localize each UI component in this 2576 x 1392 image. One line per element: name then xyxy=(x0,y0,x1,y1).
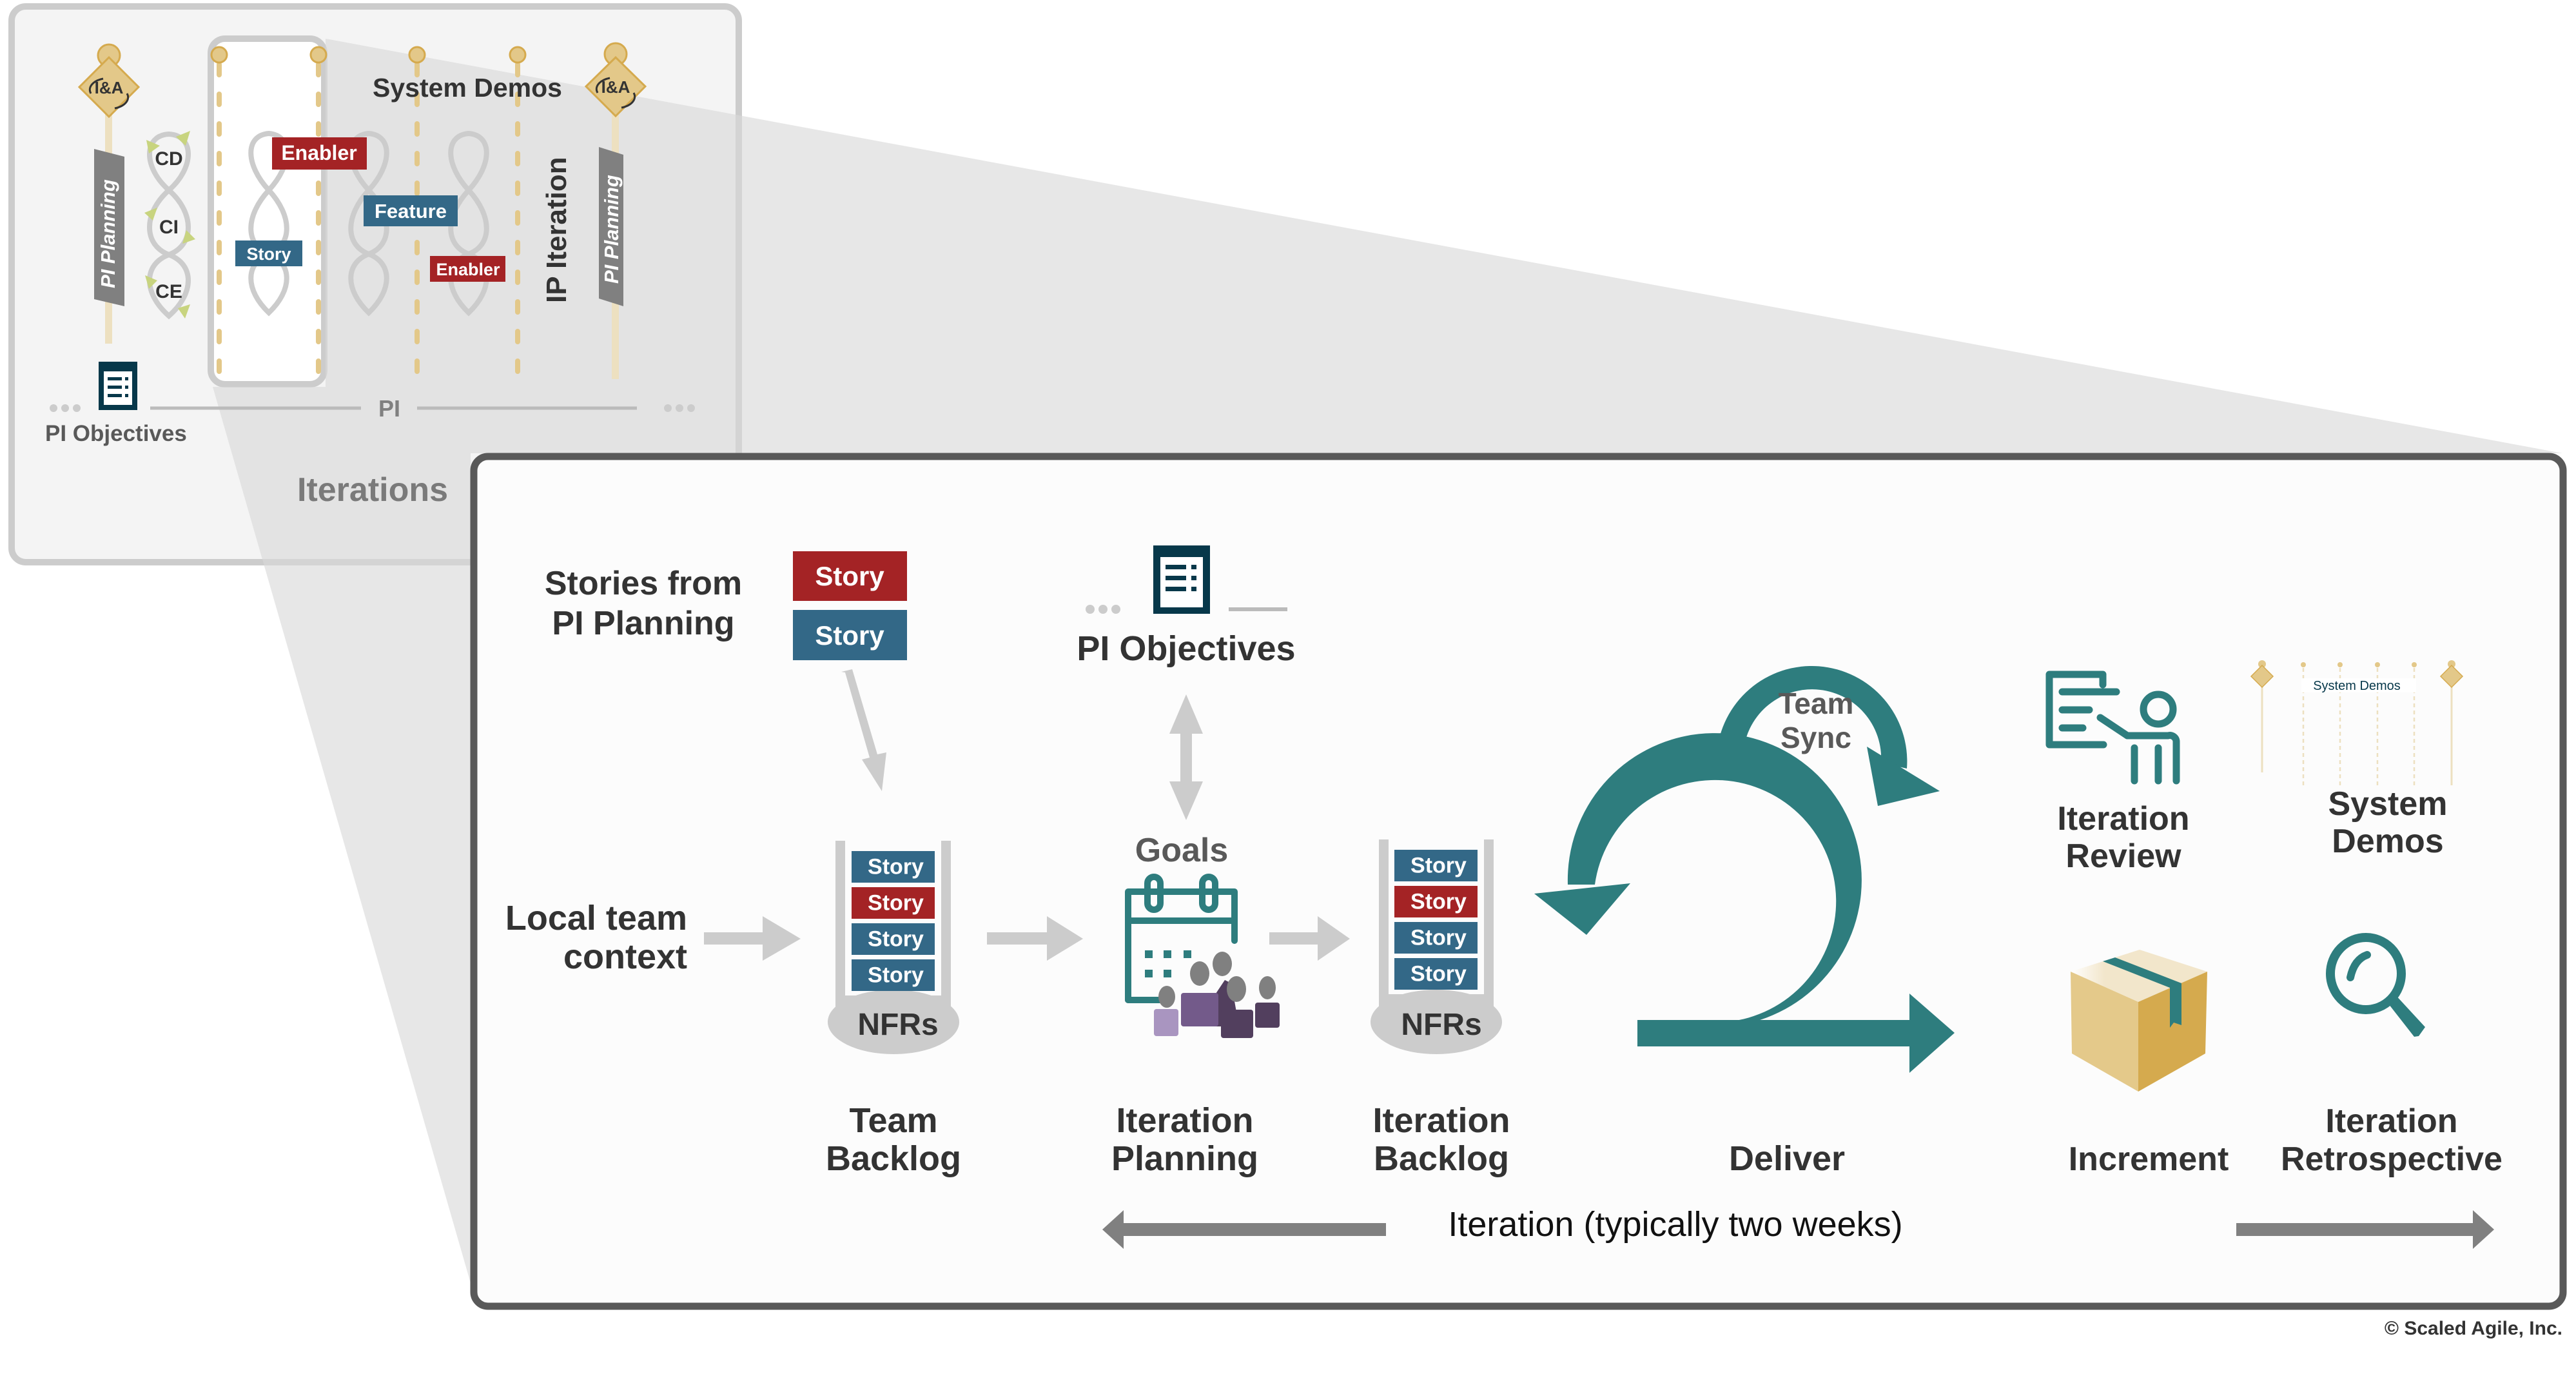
svg-text:Story: Story xyxy=(815,620,884,651)
local-team-context-label: Local team xyxy=(505,899,687,937)
story-label: Story xyxy=(868,890,924,915)
ip-iteration-label: IP Iteration xyxy=(541,157,572,303)
iteration-diagram: I&A PI Planning CD CI CE Enabler Story F… xyxy=(8,3,2567,1339)
story-label: Story xyxy=(1410,889,1467,914)
ci-label: CI xyxy=(159,217,179,238)
story-label: Story xyxy=(1410,961,1467,986)
iteration-backlog-title-2: Backlog xyxy=(1374,1139,1509,1178)
pi-objectives-doc-icon xyxy=(99,362,137,410)
backlog-story-item: Story xyxy=(852,887,935,919)
story-label: Story xyxy=(868,854,924,879)
pi-planning-banner-label: PI Planning xyxy=(97,179,119,288)
pi-objectives-small-label: PI Objectives xyxy=(45,421,187,446)
iteration-backlog-title: Iteration xyxy=(1372,1101,1510,1140)
iteration-planning-title-2: Planning xyxy=(1111,1139,1258,1178)
copyright-notice: © Scaled Agile, Inc. xyxy=(2385,1318,2562,1339)
story-label: Story xyxy=(868,926,924,951)
ce-label: CE xyxy=(155,281,182,302)
team-sync-label-2: Sync xyxy=(1781,721,1851,754)
backlog-story-item: Story xyxy=(1394,886,1478,917)
chip-feature: Feature xyxy=(364,195,458,226)
stories-from-label-2: PI Planning xyxy=(552,605,734,642)
story-label: Story xyxy=(1410,853,1467,877)
increment-label: Increment xyxy=(2069,1141,2229,1178)
pi-objectives-label: PI Objectives xyxy=(1077,629,1295,668)
iteration-review-title: Iteration xyxy=(2057,800,2189,838)
story-label: Story xyxy=(1410,925,1467,950)
deliver-arrow-shaft xyxy=(1637,1020,1915,1046)
goals-label: Goals xyxy=(1135,832,1229,869)
nfrs-label-2: NFRs xyxy=(1401,1008,1481,1042)
nfrs-label: NFRs xyxy=(857,1008,938,1042)
backlog-story-item: Story xyxy=(852,851,935,883)
backlog-story-item: Story xyxy=(852,923,935,955)
chip-story: Story xyxy=(235,240,302,266)
iteration-duration-label: Iteration (typically two weeks) xyxy=(1448,1205,1902,1244)
chip-enabler-2: Enabler xyxy=(430,256,505,282)
retrospective-title: Iteration xyxy=(2325,1103,2457,1140)
incoming-story-blue: Story xyxy=(793,610,907,660)
backlog-story-item: Story xyxy=(852,959,935,991)
backlog-story-item: Story xyxy=(1394,850,1478,881)
cd-label: CD xyxy=(155,148,182,170)
ia-label-left: I&A xyxy=(95,78,124,97)
svg-text:Feature: Feature xyxy=(375,200,447,222)
local-team-context-label-2: context xyxy=(563,937,687,976)
team-sync-label: Team xyxy=(1779,687,1854,720)
backlog-story-item: Story xyxy=(1394,958,1478,990)
iteration-planning-title: Iteration xyxy=(1116,1101,1253,1140)
retrospective-title-2: Retrospective xyxy=(2281,1141,2503,1178)
team-backlog-title-2: Backlog xyxy=(826,1139,961,1178)
system-demos-title-2: Demos xyxy=(2332,823,2443,860)
ia-label-right: I&A xyxy=(601,77,630,97)
backlog-story-item: Story xyxy=(1394,922,1478,954)
system-demos-mini-label: System Demos xyxy=(2313,679,2401,693)
pi-label: PI xyxy=(378,395,400,422)
iteration-review-title-2: Review xyxy=(2065,838,2181,875)
system-demos-label: System Demos xyxy=(373,73,562,103)
svg-text:Enabler: Enabler xyxy=(281,141,356,164)
stories-from-label: Stories from xyxy=(545,565,742,602)
chip-enabler-1: Enabler xyxy=(272,137,367,170)
iterations-label: Iterations xyxy=(297,471,448,509)
svg-text:Story: Story xyxy=(815,561,884,591)
incoming-story-red: Story xyxy=(793,551,907,601)
team-backlog-title: Team xyxy=(849,1101,937,1140)
system-demos-title: System xyxy=(2328,785,2448,823)
right-pi-planning-banner: PI Planning xyxy=(599,147,623,306)
story-label: Story xyxy=(868,963,924,987)
svg-text:Story: Story xyxy=(246,244,291,264)
deliver-label: Deliver xyxy=(1729,1139,1845,1178)
iteration-panel-frame xyxy=(470,453,2567,1310)
pi-planning-banner-label-right: PI Planning xyxy=(600,175,623,284)
iteration-detail-panel: Stories from PI Planning Story Story PI … xyxy=(470,453,2567,1310)
svg-text:Enabler: Enabler xyxy=(436,260,500,279)
left-pi-planning-banner: PI Planning xyxy=(94,149,124,306)
highlighted-iteration-column xyxy=(208,35,327,387)
